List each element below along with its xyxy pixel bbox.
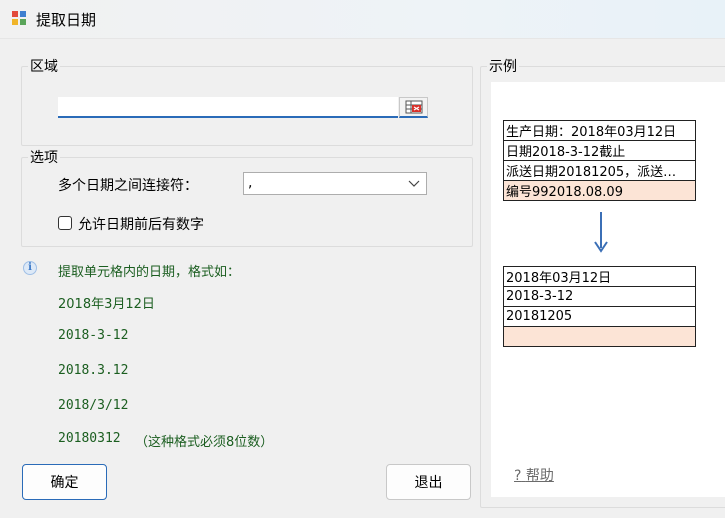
table-row: 2018年03月12日 xyxy=(503,266,696,287)
format-example-2: 2018-3-12 xyxy=(58,328,129,343)
app-icon xyxy=(12,11,26,25)
ok-button[interactable]: 确定 xyxy=(22,464,107,500)
result-cell-3: 20181205 xyxy=(503,306,696,327)
format-example-4: 2018/3/12 xyxy=(58,398,129,413)
table-row xyxy=(503,326,696,347)
help-link[interactable]: ? 帮助 xyxy=(514,465,554,485)
format-example-3: 2018.3.12 xyxy=(58,363,129,378)
separator-dropdown[interactable]: , xyxy=(243,172,427,195)
source-cell-2: 日期2018-3-12截止 xyxy=(503,140,696,161)
title-bar: 提取日期 xyxy=(0,0,725,39)
info-description: 提取单元格内的日期，格式如： xyxy=(58,265,241,280)
source-cell-4: 编号992018.08.09 xyxy=(503,180,696,201)
chevron-down-icon xyxy=(408,180,420,187)
window-title: 提取日期 xyxy=(36,11,97,29)
example-source-table: 生产日期：2018年03月12日 日期2018-3-12截止 派送日期20181… xyxy=(503,120,696,201)
table-row: 生产日期：2018年03月12日 xyxy=(503,120,696,141)
allow-digits-label[interactable]: 允许日期前后有数字 xyxy=(78,214,204,234)
result-cell-4 xyxy=(503,326,696,347)
range-select-icon xyxy=(405,100,422,114)
separator-value: , xyxy=(248,175,253,191)
table-row: 2018-3-12 xyxy=(503,286,696,307)
options-legend: 选项 xyxy=(28,147,60,167)
table-row: 编号992018.08.09 xyxy=(503,180,696,201)
area-legend: 区域 xyxy=(28,56,60,76)
range-input[interactable] xyxy=(58,97,398,118)
example-result-table: 2018年03月12日 2018-3-12 20181205 xyxy=(503,266,696,347)
table-row: 派送日期20181205，派送… xyxy=(503,160,696,181)
format-example-1: 2018年3月12日 xyxy=(58,297,155,312)
format-example-5-note: （这种格式必须8位数） xyxy=(135,435,274,450)
exit-button[interactable]: 退出 xyxy=(386,464,471,500)
source-cell-1: 生产日期：2018年03月12日 xyxy=(503,120,696,141)
info-icon: i xyxy=(23,261,37,275)
format-example-5: 20180312 xyxy=(58,431,121,446)
separator-label: 多个日期之间连接符： xyxy=(58,178,198,194)
result-cell-2: 2018-3-12 xyxy=(503,286,696,307)
result-cell-1: 2018年03月12日 xyxy=(503,266,696,287)
table-row: 日期2018-3-12截止 xyxy=(503,140,696,161)
question-mark-icon: ? xyxy=(514,468,522,484)
help-label: 帮助 xyxy=(525,468,554,484)
range-select-button[interactable] xyxy=(399,97,428,118)
allow-digits-checkbox[interactable] xyxy=(58,216,72,230)
source-cell-3: 派送日期20181205，派送… xyxy=(503,160,696,181)
table-row: 20181205 xyxy=(503,306,696,327)
example-legend: 示例 xyxy=(487,56,519,76)
down-arrow-icon xyxy=(594,212,608,253)
